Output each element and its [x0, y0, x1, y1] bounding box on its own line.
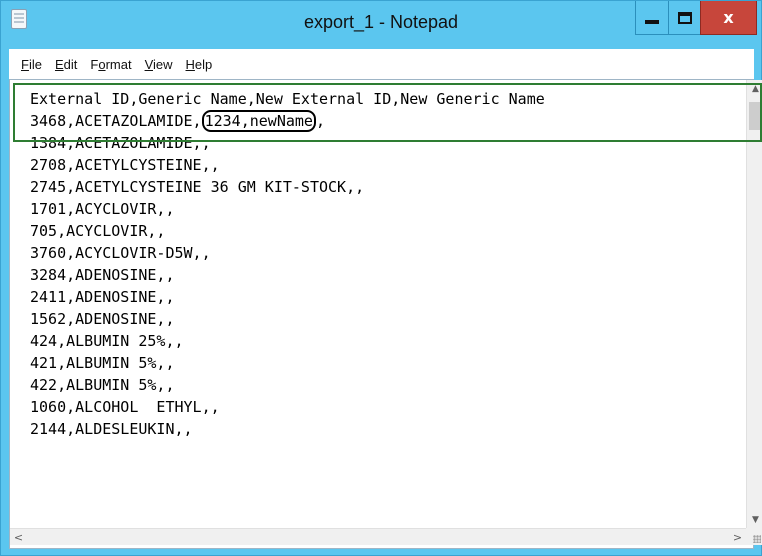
menu-format[interactable]: Format — [90, 57, 131, 72]
menu-help[interactable]: Help — [186, 57, 213, 72]
text-line: 705,ACYCLOVIR,, — [30, 222, 166, 240]
title-bar[interactable]: export_1 - Notepad x — [1, 1, 761, 49]
close-icon: x — [723, 8, 734, 27]
vertical-scrollbar[interactable]: ▲ ▼ — [746, 80, 762, 528]
text-line: 1701,ACYCLOVIR,, — [30, 200, 175, 218]
horizontal-scrollbar[interactable]: < > — [10, 528, 746, 545]
text-line-header: External ID,Generic Name,New External ID… — [30, 90, 545, 108]
circled-new-values: 1234,newName — [201, 110, 316, 132]
maximize-icon — [677, 11, 692, 24]
editor-area[interactable]: External ID,Generic Name,New External ID… — [9, 79, 762, 549]
text-line: 1384,ACETAZOLAMIDE,, — [30, 134, 211, 152]
scroll-left-icon[interactable]: < — [10, 529, 27, 546]
text-line: 1060,ALCOHOL ETHYL,, — [30, 398, 220, 416]
resize-grip-icon — [753, 535, 761, 543]
scroll-up-icon[interactable]: ▲ — [747, 80, 762, 97]
text-line: 2708,ACETYLCYSTEINE,, — [30, 156, 220, 174]
text-line: 1562,ADENOSINE,, — [30, 310, 175, 328]
notepad-window: export_1 - Notepad x File Edit Format Vi… — [0, 0, 762, 556]
scroll-down-icon[interactable]: ▼ — [747, 511, 762, 528]
minimize-button[interactable] — [635, 1, 668, 35]
menu-edit[interactable]: Edit — [55, 57, 77, 72]
text-line: 3760,ACYCLOVIR-D5W,, — [30, 244, 211, 262]
menu-file[interactable]: File — [21, 57, 42, 72]
text-line: 2745,ACETYLCYSTEINE 36 GM KIT-STOCK,, — [30, 178, 365, 196]
menu-bar: File Edit Format View Help — [9, 49, 754, 79]
close-button[interactable]: x — [700, 1, 757, 35]
scroll-right-icon[interactable]: > — [729, 529, 746, 546]
menu-view[interactable]: View — [145, 57, 173, 72]
minimize-icon — [645, 19, 659, 24]
text-line: 422,ALBUMIN 5%,, — [30, 376, 175, 394]
size-grip[interactable] — [746, 528, 762, 545]
text-line: 2411,ADENOSINE,, — [30, 288, 175, 306]
vertical-scroll-thumb[interactable] — [749, 102, 762, 130]
maximize-button[interactable] — [668, 1, 700, 35]
text-line: 3284,ADENOSINE,, — [30, 266, 175, 284]
text-line: 424,ALBUMIN 25%,, — [30, 332, 184, 350]
text-line-edited: 3468,ACETAZOLAMIDE, 1234,newName, — [30, 110, 325, 132]
text-content[interactable]: External ID,Generic Name,New External ID… — [10, 80, 735, 528]
text-line: 2144,ALDESLEUKIN,, — [30, 420, 193, 438]
text-line: 421,ALBUMIN 5%,, — [30, 354, 175, 372]
